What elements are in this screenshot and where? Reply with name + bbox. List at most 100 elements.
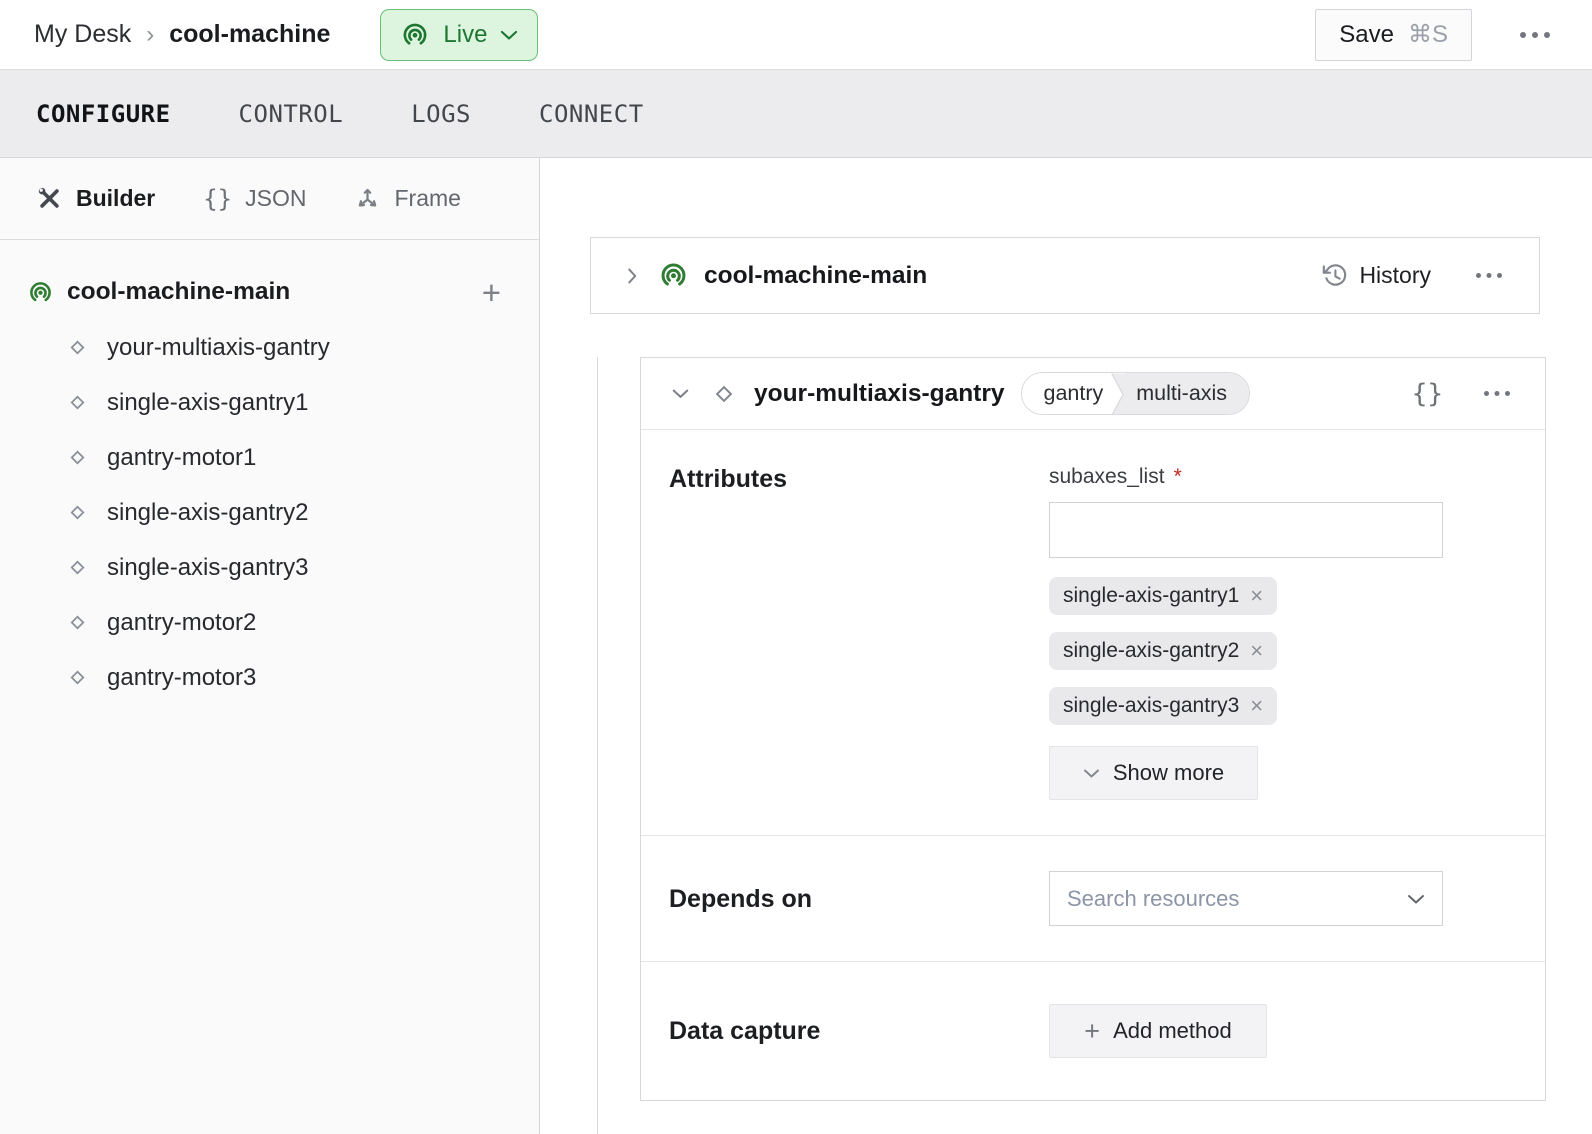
chip-single-axis-gantry3: single-axis-gantry3 × (1049, 687, 1277, 725)
machine-tree: cool-machine-main + your-multiaxis-gantr… (0, 240, 539, 705)
tree-item-single-axis-gantry2[interactable]: single-axis-gantry2 (0, 485, 539, 540)
remove-chip-icon[interactable]: × (1250, 640, 1263, 662)
diamond-icon (65, 555, 90, 580)
breadcrumb-current: cool-machine (169, 20, 330, 49)
ellipsis-icon (1475, 272, 1503, 279)
breadcrumb: My Desk › cool-machine (34, 20, 330, 49)
diamond-icon (65, 610, 90, 635)
attributes-section: Attributes subaxes_list * single-axis-ga… (641, 430, 1545, 835)
app-root: My Desk › cool-machine Live Save (0, 0, 1592, 1134)
tab-logs[interactable]: LOGS (411, 100, 471, 128)
subaxes-list-field-label: subaxes_list (1049, 464, 1165, 490)
broadcast-icon (27, 279, 54, 306)
edit-json-button[interactable]: {} (1412, 379, 1443, 409)
builder-tools-icon (36, 185, 63, 212)
plus-icon: + (1084, 1018, 1100, 1045)
part-card-actions: History (1321, 262, 1509, 289)
tree-item-single-axis-gantry1[interactable]: single-axis-gantry1 (0, 375, 539, 430)
tab-control[interactable]: CONTROL (239, 100, 344, 128)
depends-on-section-label: Depends on (669, 884, 1049, 914)
depends-on-section: Depends on Search resources (641, 835, 1545, 961)
tree-item-list: your-multiaxis-gantry single-axis-gantry… (0, 320, 539, 705)
tree-root-label: cool-machine-main (67, 278, 290, 306)
subaxes-chip-list: single-axis-gantry1 × single-axis-gantry… (1049, 577, 1443, 725)
frame-axes-icon (354, 185, 381, 212)
tree-item-gantry-motor1[interactable]: gantry-motor1 (0, 430, 539, 485)
save-button[interactable]: Save ⌘S (1315, 9, 1472, 61)
remove-chip-icon[interactable]: × (1250, 585, 1263, 607)
mode-json-label: JSON (245, 185, 306, 212)
resource-title: your-multiaxis-gantry (754, 380, 1005, 408)
braces-icon: {} (203, 185, 232, 213)
diamond-icon (65, 445, 90, 470)
chip-single-axis-gantry2: single-axis-gantry2 × (1049, 632, 1277, 670)
resource-model-tag: multi-axis (1126, 373, 1249, 414)
ellipsis-icon (1483, 390, 1511, 397)
save-shortcut-hint: ⌘S (1408, 20, 1448, 49)
attributes-section-label: Attributes (669, 464, 1049, 800)
resource-group-rail (597, 357, 598, 1134)
tree-item-gantry-motor2[interactable]: gantry-motor2 (0, 595, 539, 650)
tab-bar: CONFIGURE CONTROL LOGS CONNECT (0, 70, 1592, 158)
show-more-label: Show more (1113, 760, 1224, 786)
chevron-down-icon[interactable] (669, 382, 692, 405)
content-area: Builder {} JSON Frame (0, 158, 1592, 1134)
add-resource-button[interactable]: + (482, 276, 501, 309)
history-button-label: History (1359, 262, 1431, 289)
show-more-button[interactable]: Show more (1049, 746, 1258, 800)
tree-root-part[interactable]: cool-machine-main + (0, 266, 539, 318)
data-capture-section: Data capture + Add method (641, 961, 1545, 1100)
mode-frame[interactable]: Frame (354, 185, 460, 212)
attributes-fields: subaxes_list * single-axis-gantry1 × sin… (1049, 464, 1443, 800)
subaxes-list-input[interactable] (1049, 502, 1443, 558)
mode-json[interactable]: {} JSON (203, 185, 306, 213)
top-bar: My Desk › cool-machine Live Save (0, 0, 1592, 70)
depends-on-placeholder: Search resources (1067, 886, 1239, 912)
tree-item-single-axis-gantry3[interactable]: single-axis-gantry3 (0, 540, 539, 595)
save-button-label: Save (1339, 21, 1394, 49)
history-icon (1321, 262, 1348, 289)
diamond-icon (709, 379, 739, 409)
chevron-down-icon (500, 29, 518, 41)
chevron-down-icon (1083, 768, 1100, 779)
chip-single-axis-gantry1: single-axis-gantry1 × (1049, 577, 1277, 615)
diamond-icon (65, 665, 90, 690)
tab-connect[interactable]: CONNECT (539, 100, 644, 128)
resource-card-header: your-multiaxis-gantry gantry multi-axis (641, 358, 1545, 430)
machine-status-badge[interactable]: Live (380, 9, 538, 61)
topbar-actions: Save ⌘S (1315, 9, 1558, 61)
resource-type-tag: gantry (1022, 373, 1112, 414)
depends-on-select[interactable]: Search resources (1049, 871, 1443, 926)
mode-builder[interactable]: Builder (36, 185, 155, 212)
data-capture-section-label: Data capture (669, 1016, 1049, 1046)
chevron-down-icon (1407, 893, 1425, 905)
resource-card-actions: {} (1412, 379, 1517, 409)
tree-item-your-multiaxis-gantry[interactable]: your-multiaxis-gantry (0, 320, 539, 375)
overflow-menu-button[interactable] (1512, 25, 1558, 45)
remove-chip-icon[interactable]: × (1250, 695, 1263, 717)
diamond-icon (65, 390, 90, 415)
add-method-button[interactable]: + Add method (1049, 1004, 1267, 1058)
resource-type-pill: gantry multi-axis (1021, 372, 1251, 415)
subaxes-list-field-label-row: subaxes_list * (1049, 464, 1443, 490)
diamond-icon (65, 335, 90, 360)
required-marker: * (1174, 464, 1182, 490)
view-mode-switcher: Builder {} JSON Frame (0, 158, 539, 240)
config-sidebar: Builder {} JSON Frame (0, 158, 540, 1134)
add-method-label: Add method (1113, 1018, 1232, 1044)
diamond-icon (65, 500, 90, 525)
part-header-card: cool-machine-main History (590, 237, 1540, 314)
broadcast-icon (658, 260, 689, 291)
mode-builder-label: Builder (76, 185, 155, 212)
mode-frame-label: Frame (394, 185, 460, 212)
tab-configure[interactable]: CONFIGURE (36, 100, 171, 128)
chevron-right-icon[interactable] (621, 265, 643, 287)
breadcrumb-parent-link[interactable]: My Desk (34, 20, 131, 49)
part-overflow-menu-button[interactable] (1469, 266, 1509, 285)
part-title: cool-machine-main (704, 262, 927, 290)
tree-item-gantry-motor3[interactable]: gantry-motor3 (0, 650, 539, 705)
resource-card: your-multiaxis-gantry gantry multi-axis (640, 357, 1546, 1101)
history-button[interactable]: History (1321, 262, 1431, 289)
broadcast-icon (400, 20, 430, 50)
resource-overflow-menu-button[interactable] (1477, 384, 1517, 403)
